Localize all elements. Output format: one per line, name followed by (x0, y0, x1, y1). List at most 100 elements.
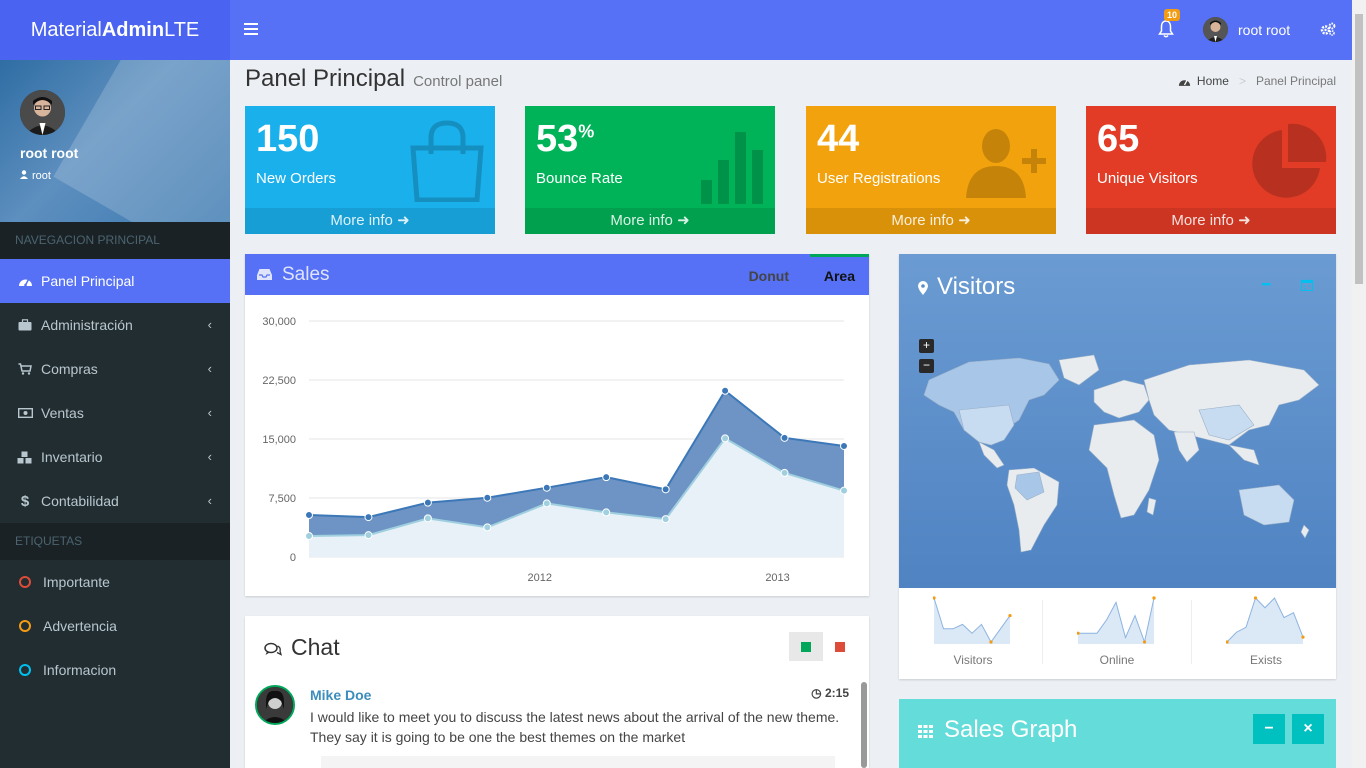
stat-value: 150 (256, 118, 320, 160)
sidebar-label-text: Advertencia (43, 618, 117, 634)
sidebar-label-text: Importante (43, 574, 110, 590)
message-author[interactable]: Mike Doe (310, 687, 371, 703)
sparkline-visitors: Visitors (899, 596, 1047, 667)
sidebar-item-ventas[interactable]: Ventas ‹ (0, 391, 230, 435)
world-map[interactable] (909, 350, 1329, 560)
logo-bold: Admin (101, 18, 165, 41)
series-2-point (305, 511, 313, 520)
page-scrollbar[interactable] (1352, 0, 1366, 768)
sales-area-chart: 30,000 22,500 15,000 7,500 0 2012 2013 (262, 316, 848, 584)
navbar-user-name[interactable]: root root (1238, 22, 1290, 38)
sidebar-user-avatar (20, 90, 65, 135)
collapse-button[interactable]: − (1253, 714, 1285, 744)
sparkline-point (1142, 640, 1147, 644)
y-tick-label: 15,000 (262, 434, 296, 446)
sidebar-label-text: Informacion (43, 662, 117, 678)
message-time: ◷ 2:15 (811, 686, 849, 700)
sparkline-point (1152, 596, 1156, 600)
tab-area[interactable]: Area (809, 254, 869, 295)
stat-value: 44 (817, 118, 860, 160)
chat-online-button[interactable] (789, 632, 823, 661)
visitors-sparklines: Visitors Online Exists (899, 588, 1336, 679)
sparkline-chart (1076, 596, 1156, 644)
stat-label: User Registrations (817, 170, 941, 187)
series-1-point (483, 523, 492, 532)
more-info-link[interactable]: More info ➜ (525, 208, 775, 234)
sparkline-area (1227, 598, 1303, 644)
app-logo[interactable]: Material Admin LTE (0, 0, 230, 60)
sidebar-item-administracion[interactable]: Administración ‹ (0, 303, 230, 347)
chevron-left-icon: ‹ (207, 317, 212, 332)
sparkline-chart (1225, 596, 1305, 644)
sales-graph-box: Sales Graph − × (899, 699, 1336, 768)
sidebar-user-role: root (20, 170, 51, 182)
y-tick-label: 0 (290, 552, 296, 564)
sparkline-exists: Exists (1192, 596, 1340, 667)
sidebar-item-compras[interactable]: Compras ‹ (0, 347, 230, 391)
sidebar-item-label: Administración (41, 317, 133, 333)
sparkline-point (989, 640, 993, 644)
remove-button[interactable]: × (1292, 714, 1324, 744)
message-attachment (321, 756, 835, 768)
sidebar-item-contabilidad[interactable]: $ Contabilidad ‹ (0, 479, 230, 523)
breadcrumb-home[interactable]: Home (1197, 74, 1229, 88)
sidebar-item-panel-principal[interactable]: Panel Principal (0, 259, 230, 303)
bell-icon[interactable] (1158, 20, 1174, 38)
user-avatar[interactable] (1203, 17, 1228, 42)
series-2-point (542, 483, 551, 492)
cubes-icon (17, 450, 33, 464)
chevron-left-icon: ‹ (207, 493, 212, 508)
chat-scrollbar[interactable] (861, 682, 867, 768)
stat-label: New Orders (256, 170, 337, 187)
dashboard-icon (17, 274, 33, 288)
series-1-point (840, 486, 848, 495)
stat-suffix: % (578, 121, 595, 142)
series-2-point (840, 441, 848, 450)
th-icon (918, 725, 933, 738)
series-2-point (780, 433, 789, 442)
stat-label: Bounce Rate (536, 170, 623, 187)
sparkline-point (1301, 635, 1305, 639)
chat-close-button[interactable] (823, 632, 857, 661)
dashboard-icon (1178, 79, 1191, 86)
sparkline-point (932, 596, 936, 600)
more-info-link[interactable]: More info ➜ (806, 208, 1056, 234)
more-info-link[interactable]: More info ➜ (245, 208, 495, 234)
calendar-icon[interactable] (1301, 279, 1313, 291)
sparkline-label: Visitors (953, 653, 993, 667)
series-2-point (364, 513, 373, 522)
sparkline-point (1253, 596, 1258, 600)
more-info-link[interactable]: More info ➜ (1086, 208, 1336, 234)
stat-label: Unique Visitors (1097, 170, 1198, 187)
collapse-button[interactable]: ━ (1262, 276, 1270, 293)
sidebar-label-importante[interactable]: Importante (0, 560, 230, 604)
stat-box-user-registrations: 44 User Registrations More info ➜ (806, 106, 1056, 234)
sparkline-chart (932, 596, 1012, 644)
sparkline-point (1008, 614, 1012, 618)
sidebar-toggle-icon[interactable] (244, 23, 258, 35)
sidebar-label-informacion[interactable]: Informacion (0, 648, 230, 692)
series-1-point (602, 508, 611, 517)
sidebar-item-inventario[interactable]: Inventario ‹ (0, 435, 230, 479)
visitors-title: Visitors (937, 273, 1016, 300)
sidebar: root root root NAVEGACION PRINCIPAL Pane… (0, 60, 230, 768)
arrow-circle-right-icon: ➜ (1238, 212, 1251, 229)
breadcrumb: Home > Panel Principal (1178, 74, 1336, 88)
gears-icon[interactable] (1320, 22, 1336, 36)
sidebar-label-advertencia[interactable]: Advertencia (0, 604, 230, 648)
stat-box-bounce-rate: 53% Bounce Rate More info ➜ (525, 106, 775, 234)
breadcrumb-current: Panel Principal (1255, 74, 1336, 88)
sparkline-online: Online (1043, 596, 1191, 667)
arrow-circle-right-icon: ➜ (397, 212, 410, 229)
tab-donut[interactable]: Donut (735, 254, 803, 295)
sales-graph-title: Sales Graph (944, 716, 1078, 743)
chevron-left-icon: ‹ (207, 449, 212, 464)
stat-value: 65 (1097, 118, 1140, 160)
stat-box-unique-visitors: 65 Unique Visitors More info ➜ (1086, 106, 1336, 234)
chat-title: Chat (291, 634, 340, 660)
sales-box: Sales Donut Area 30,000 22,500 15,000 7,500… (245, 254, 869, 596)
circle-icon (19, 664, 31, 676)
stat-value: 53 (536, 118, 579, 160)
sidebar-item-label: Inventario (41, 449, 103, 465)
message-avatar (255, 685, 295, 725)
